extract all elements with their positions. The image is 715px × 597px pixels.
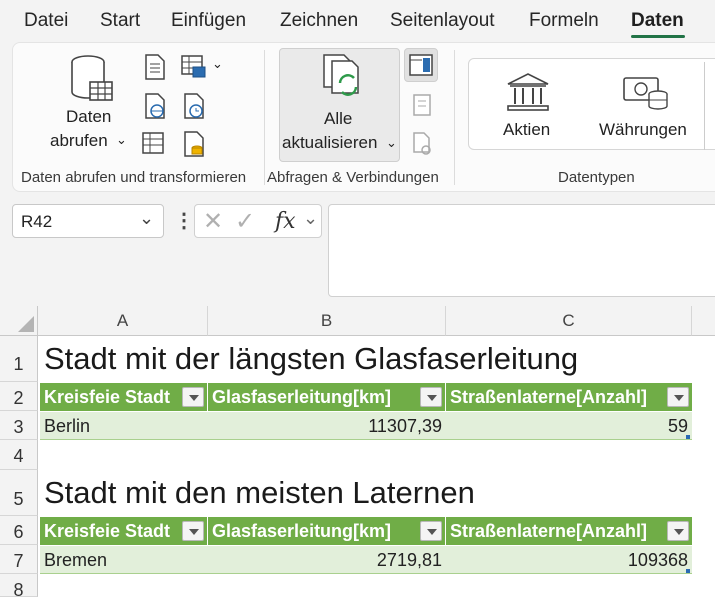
from-text-csv-icon[interactable] (143, 54, 167, 80)
currencies-button[interactable]: Währungen (596, 70, 696, 142)
stocks-label: Aktien (503, 120, 551, 139)
table-header-fiber[interactable]: Glasfaserleitung[km] (208, 517, 446, 545)
group-divider (454, 50, 455, 185)
row-header-3[interactable]: 3 (0, 411, 38, 440)
table-cell[interactable]: Berlin (40, 412, 208, 440)
database-icon (71, 55, 113, 101)
from-web-icon[interactable] (143, 93, 167, 119)
properties-icon[interactable] (412, 93, 432, 117)
column-header-c[interactable]: C (446, 306, 692, 336)
refresh-label-2: aktualisieren (282, 133, 378, 152)
chevron-down-icon: ⌄ (116, 132, 127, 147)
table-cell[interactable]: Bremen (40, 546, 208, 574)
column-header-d[interactable] (692, 306, 715, 336)
currency-icon (623, 77, 668, 110)
group-label-get-transform: Daten abrufen und transformieren (21, 169, 247, 186)
row-header-1[interactable]: 1 (0, 336, 38, 382)
header-label: Straßenlaterne[Anzahl] (450, 387, 648, 407)
group-label-queries: Abfragen & Verbindungen (267, 169, 439, 186)
queries-connections-button[interactable] (404, 48, 438, 82)
from-table-range-icon[interactable] (141, 131, 165, 155)
table-header-city[interactable]: Kreisfeie Stadt (40, 517, 208, 545)
refresh-icon (323, 54, 359, 96)
header-label: Glasfaserleitung[km] (212, 521, 392, 541)
ribbon-tabs: Datei Start Einfügen Zeichnen Seitenlayo… (0, 0, 715, 42)
excel-window: Datei Start Einfügen Zeichnen Seitenlayo… (0, 0, 715, 597)
filter-dropdown-icon[interactable] (182, 387, 204, 407)
chevron-down-icon: ⌄ (386, 135, 397, 150)
bank-icon (507, 73, 549, 111)
tab-datei[interactable]: Datei (24, 10, 68, 32)
select-all-button[interactable] (0, 306, 38, 336)
table-header-lamps[interactable]: Straßenlaterne[Anzahl] (446, 383, 692, 411)
formula-controls: ✕ ✓ fx ⌄ (194, 204, 322, 238)
row-header-2[interactable]: 2 (0, 382, 38, 411)
header-label: Straßenlaterne[Anzahl] (450, 521, 648, 541)
header-label: Glasfaserleitung[km] (212, 387, 392, 407)
gallery-scroll-buttons[interactable] (704, 62, 715, 150)
get-data-label-1: Daten (66, 107, 112, 126)
get-data-button[interactable]: Daten abrufen ⌄ (44, 50, 136, 162)
table-header-city[interactable]: Kreisfeie Stadt (40, 383, 208, 411)
row-header-8[interactable]: 8 (0, 574, 38, 597)
chevron-down-icon[interactable]: ⌄ (212, 56, 223, 72)
row-header-7[interactable]: 7 (0, 545, 38, 574)
name-box[interactable]: R42 ⌄ (12, 204, 164, 238)
tab-start[interactable]: Start (100, 10, 140, 32)
currencies-label: Währungen (599, 120, 687, 139)
filter-dropdown-icon[interactable] (420, 387, 442, 407)
active-tab-indicator (631, 35, 685, 38)
group-label-data-types: Datentypen (558, 169, 635, 186)
get-data-label-2: abrufen (50, 131, 108, 150)
formula-input[interactable] (328, 204, 715, 297)
from-picture-icon[interactable] (180, 54, 208, 80)
row-header-6[interactable]: 6 (0, 516, 38, 545)
filter-dropdown-icon[interactable] (667, 387, 689, 407)
header-label: Kreisfeie Stadt (44, 387, 171, 407)
group-divider (264, 50, 265, 185)
row-header-4[interactable]: 4 (0, 440, 38, 470)
tab-formeln[interactable]: Formeln (529, 10, 599, 32)
stocks-button[interactable]: Aktien (490, 70, 570, 142)
queries-pane-icon (409, 54, 433, 76)
table-header-lamps[interactable]: Straßenlaterne[Anzahl] (446, 517, 692, 545)
row-header-5[interactable]: 5 (0, 470, 38, 516)
table-resize-handle[interactable] (686, 569, 690, 573)
more-options-icon[interactable]: ⋮ (174, 208, 194, 233)
edit-links-icon[interactable] (412, 132, 434, 156)
chevron-down-icon[interactable]: ⌄ (303, 208, 318, 229)
filter-dropdown-icon[interactable] (420, 521, 442, 541)
column-header-b[interactable]: B (208, 306, 446, 336)
column-header-a[interactable]: A (38, 306, 208, 336)
table-header-fiber[interactable]: Glasfaserleitung[km] (208, 383, 446, 411)
tab-daten[interactable]: Daten (631, 10, 684, 32)
insert-function-button[interactable]: fx (275, 209, 296, 234)
sheet-title-1[interactable]: Stadt mit der längsten Glasfaserleitung (44, 341, 578, 377)
cancel-icon[interactable]: ✕ (203, 207, 223, 236)
table-cell[interactable]: 11307,39 (208, 412, 446, 440)
refresh-all-button[interactable]: Alle aktualisieren ⌄ (279, 48, 400, 162)
table-cell[interactable]: 109368 (446, 546, 692, 574)
table-cell[interactable]: 59 (446, 412, 692, 440)
name-box-value: R42 (21, 212, 53, 231)
header-label: Kreisfeie Stadt (44, 521, 171, 541)
recent-sources-icon[interactable] (182, 93, 206, 119)
existing-connections-icon[interactable] (182, 131, 206, 157)
tab-zeichnen[interactable]: Zeichnen (280, 10, 358, 32)
refresh-label-1: Alle (324, 109, 353, 128)
filter-dropdown-icon[interactable] (667, 521, 689, 541)
tab-seitenlayout[interactable]: Seitenlayout (390, 10, 495, 32)
sheet-title-2[interactable]: Stadt mit den meisten Laternen (44, 475, 475, 511)
tab-einfuegen[interactable]: Einfügen (171, 10, 246, 32)
enter-icon[interactable]: ✓ (235, 207, 255, 236)
table-resize-handle[interactable] (686, 435, 690, 439)
chevron-down-icon[interactable]: ⌄ (139, 208, 154, 229)
table-cell[interactable]: 2719,81 (208, 546, 446, 574)
filter-dropdown-icon[interactable] (182, 521, 204, 541)
